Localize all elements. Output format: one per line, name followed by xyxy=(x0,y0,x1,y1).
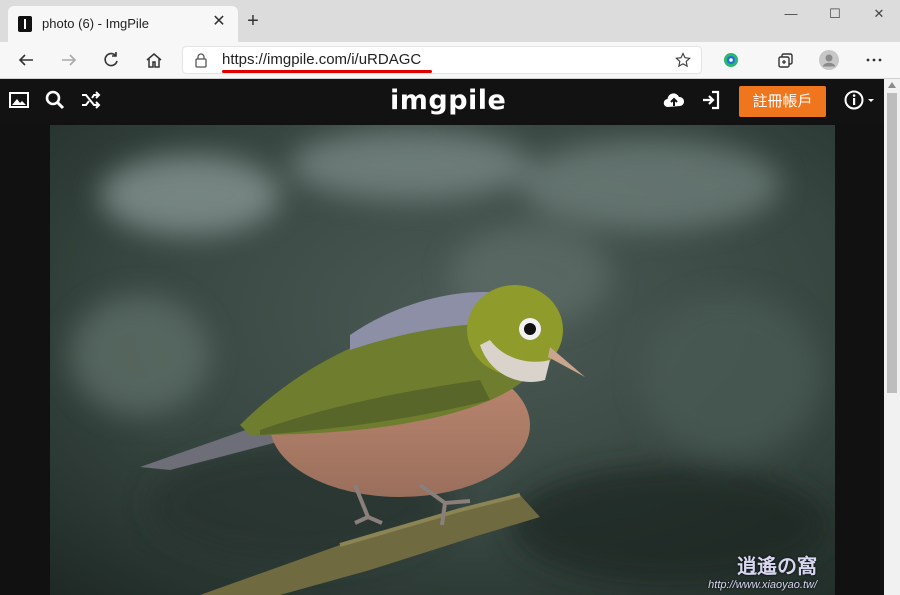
refresh-icon xyxy=(104,52,118,67)
bird-photo xyxy=(50,125,835,595)
extension-icon xyxy=(724,53,738,67)
minimize-button[interactable]: — xyxy=(768,6,814,26)
about-menu-button[interactable] xyxy=(843,89,877,111)
url-text[interactable]: https://imgpile.com/i/uRDAGC xyxy=(222,51,421,68)
image-viewer[interactable]: 逍遙の窩 http://www.xiaoyao.tw/ xyxy=(50,125,835,595)
home-icon xyxy=(146,53,162,68)
collections-button[interactable] xyxy=(772,46,800,74)
watermark-logo: 逍遙の窩 xyxy=(737,556,817,578)
site-favicon-icon xyxy=(18,16,32,32)
shuffle-icon xyxy=(82,91,101,109)
scrollbar-thumb[interactable] xyxy=(887,93,897,393)
tab-close-icon[interactable]: ✕ xyxy=(210,13,228,31)
close-window-button[interactable]: ✕ xyxy=(856,6,900,26)
site-header: imgpile 註冊帳戶 xyxy=(0,79,884,123)
signup-button[interactable]: 註冊帳戶 xyxy=(739,86,826,117)
browser-toolbar: https://imgpile.com/i/uRDAGC xyxy=(0,42,900,79)
back-arrow-icon xyxy=(18,54,33,66)
login-button[interactable] xyxy=(700,89,722,111)
images-button[interactable] xyxy=(8,89,30,111)
more-dots-icon xyxy=(866,58,882,62)
extension-button[interactable] xyxy=(717,46,745,74)
forward-arrow-icon xyxy=(62,54,77,66)
page-viewport: imgpile 註冊帳戶 逍遙の窩 http://www.xiaoyao.tw/ xyxy=(0,79,900,595)
site-logo[interactable]: imgpile xyxy=(390,85,506,116)
star-icon xyxy=(675,52,691,68)
url-highlight-underline xyxy=(222,70,432,73)
browser-tab[interactable]: photo (6) - ImgPile ✕ xyxy=(8,6,238,42)
image-gallery-icon xyxy=(9,92,29,108)
maximize-button[interactable]: ☐ xyxy=(812,6,858,26)
watermark: 逍遙の窩 http://www.xiaoyao.tw/ xyxy=(708,550,817,591)
back-button[interactable] xyxy=(12,46,40,74)
watermark-url: http://www.xiaoyao.tw/ xyxy=(708,579,817,591)
refresh-button[interactable] xyxy=(97,46,125,74)
info-icon xyxy=(844,90,874,110)
vertical-scrollbar[interactable] xyxy=(884,79,900,595)
tab-title: photo (6) - ImgPile xyxy=(42,16,149,31)
collections-icon xyxy=(778,53,793,68)
profile-button[interactable] xyxy=(815,46,843,74)
cloud-upload-icon xyxy=(663,93,685,108)
search-button[interactable] xyxy=(44,89,66,111)
upload-button[interactable] xyxy=(663,89,685,111)
lock-icon xyxy=(195,53,207,68)
random-button[interactable] xyxy=(80,89,102,111)
home-button[interactable] xyxy=(140,46,168,74)
forward-button[interactable] xyxy=(55,46,83,74)
profile-avatar-icon xyxy=(819,50,839,70)
scroll-up-arrow-icon[interactable] xyxy=(888,82,896,88)
address-bar[interactable]: https://imgpile.com/i/uRDAGC xyxy=(182,46,702,74)
sign-in-icon xyxy=(703,90,720,110)
new-tab-button[interactable]: + xyxy=(243,11,263,31)
search-icon xyxy=(45,90,65,110)
favorite-star-button[interactable] xyxy=(672,49,694,71)
more-menu-button[interactable] xyxy=(860,46,888,74)
browser-tab-strip: photo (6) - ImgPile ✕ + — ☐ ✕ xyxy=(0,0,900,42)
